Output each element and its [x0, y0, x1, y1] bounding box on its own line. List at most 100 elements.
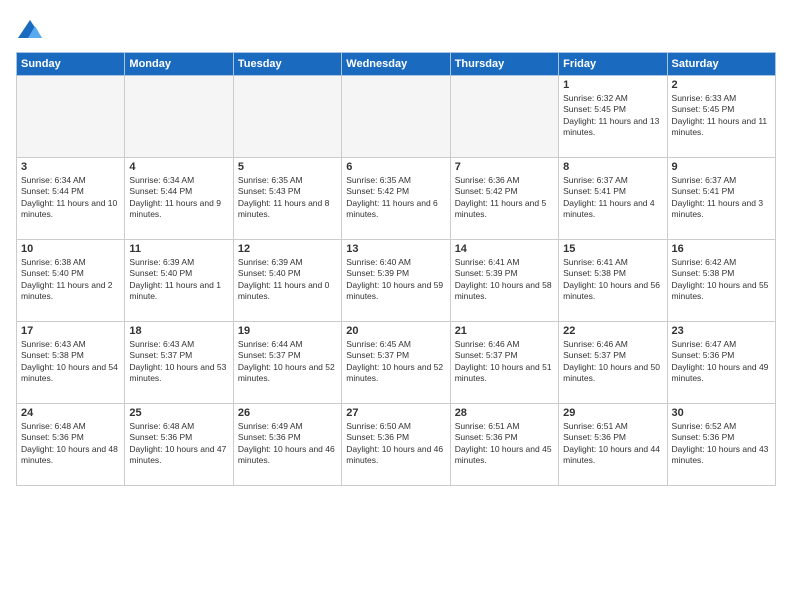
day-number: 10	[21, 243, 120, 255]
day-number: 8	[563, 161, 662, 173]
day-info: Sunrise: 6:51 AMSunset: 5:36 PMDaylight:…	[563, 421, 662, 467]
day-cell-17: 17 Sunrise: 6:43 AMSunset: 5:38 PMDayligh…	[17, 322, 125, 404]
day-cell-10: 10 Sunrise: 6:38 AMSunset: 5:40 PMDayligh…	[17, 240, 125, 322]
day-cell-19: 19Sunrise: 6:44 AMSunset: 5:37 PMDayligh…	[233, 322, 341, 404]
day-number: 9	[672, 161, 771, 173]
day-cell-26: 26 Sunrise: 6:49 AMSunset: 5:36 PMDayligh…	[233, 404, 341, 486]
day-cell-21: 21 Sunrise: 6:46 AMSunset: 5:37 PMDayligh…	[450, 322, 558, 404]
col-header-monday: Monday	[125, 53, 233, 76]
day-info: Sunrise: 6:32 AMSunset: 5:45 PMDaylight:…	[563, 93, 662, 139]
day-info: Sunrise: 6:50 AMSunset: 5:36 PMDaylight:…	[346, 421, 445, 467]
col-header-sunday: Sunday	[17, 53, 125, 76]
day-info: Sunrise: 6:43 AMSunset: 5:38 PMDaylight:…	[21, 339, 120, 385]
day-number: 16	[672, 243, 771, 255]
day-cell-30: 30 Sunrise: 6:52 AMSunset: 5:36 PMDayligh…	[667, 404, 775, 486]
day-info: Sunrise: 6:34 AMSunset: 5:44 PMDaylight:…	[21, 175, 120, 221]
empty-cell	[450, 76, 558, 158]
day-cell-5: 5 Sunrise: 6:35 AMSunset: 5:43 PMDaylight…	[233, 158, 341, 240]
empty-cell	[342, 76, 450, 158]
day-number: 23	[672, 325, 771, 337]
day-info: Sunrise: 6:35 AMSunset: 5:42 PMDaylight:…	[346, 175, 445, 221]
day-number: 15	[563, 243, 662, 255]
day-info: Sunrise: 6:38 AMSunset: 5:40 PMDaylight:…	[21, 257, 120, 303]
col-header-thursday: Thursday	[450, 53, 558, 76]
day-number: 21	[455, 325, 554, 337]
day-cell-6: 6 Sunrise: 6:35 AMSunset: 5:42 PMDaylight…	[342, 158, 450, 240]
day-number: 19	[238, 325, 337, 337]
day-info: Sunrise: 6:45 AMSunset: 5:37 PMDaylight:…	[346, 339, 445, 385]
week-row-4: 17 Sunrise: 6:43 AMSunset: 5:38 PMDayligh…	[17, 322, 776, 404]
day-cell-18: 18 Sunrise: 6:43 AMSunset: 5:37 PMDayligh…	[125, 322, 233, 404]
day-number: 3	[21, 161, 120, 173]
day-info: Sunrise: 6:39 AMSunset: 5:40 PMDaylight:…	[238, 257, 337, 303]
day-number: 13	[346, 243, 445, 255]
day-info: Sunrise: 6:41 AMSunset: 5:39 PMDaylight:…	[455, 257, 554, 303]
col-header-saturday: Saturday	[667, 53, 775, 76]
day-cell-27: 27Sunrise: 6:50 AMSunset: 5:36 PMDayligh…	[342, 404, 450, 486]
day-number: 30	[672, 407, 771, 419]
day-number: 6	[346, 161, 445, 173]
day-cell-8: 8 Sunrise: 6:37 AMSunset: 5:41 PMDaylight…	[559, 158, 667, 240]
day-number: 4	[129, 161, 228, 173]
day-number: 12	[238, 243, 337, 255]
day-number: 25	[129, 407, 228, 419]
calendar-header-row: SundayMondayTuesdayWednesdayThursdayFrid…	[17, 53, 776, 76]
day-info: Sunrise: 6:39 AMSunset: 5:40 PMDaylight:…	[129, 257, 228, 303]
day-cell-2: 2 Sunrise: 6:33 AMSunset: 5:45 PMDaylight…	[667, 76, 775, 158]
day-number: 1	[563, 79, 662, 91]
day-cell-3: 3 Sunrise: 6:34 AMSunset: 5:44 PMDaylight…	[17, 158, 125, 240]
day-cell-12: 12 Sunrise: 6:39 AMSunset: 5:40 PMDayligh…	[233, 240, 341, 322]
empty-cell	[233, 76, 341, 158]
day-info: Sunrise: 6:49 AMSunset: 5:36 PMDaylight:…	[238, 421, 337, 467]
day-number: 26	[238, 407, 337, 419]
day-number: 17	[21, 325, 120, 337]
day-info: Sunrise: 6:40 AMSunset: 5:39 PMDaylight:…	[346, 257, 445, 303]
day-info: Sunrise: 6:48 AMSunset: 5:36 PMDaylight:…	[21, 421, 120, 467]
day-number: 5	[238, 161, 337, 173]
col-header-friday: Friday	[559, 53, 667, 76]
day-cell-22: 22 Sunrise: 6:46 AMSunset: 5:37 PMDayligh…	[559, 322, 667, 404]
calendar-table: SundayMondayTuesdayWednesdayThursdayFrid…	[16, 52, 776, 486]
day-number: 29	[563, 407, 662, 419]
day-number: 14	[455, 243, 554, 255]
day-cell-15: 15Sunrise: 6:41 AMSunset: 5:38 PMDayligh…	[559, 240, 667, 322]
day-number: 20	[346, 325, 445, 337]
day-number: 18	[129, 325, 228, 337]
day-number: 28	[455, 407, 554, 419]
day-number: 11	[129, 243, 228, 255]
day-info: Sunrise: 6:43 AMSunset: 5:37 PMDaylight:…	[129, 339, 228, 385]
day-info: Sunrise: 6:51 AMSunset: 5:36 PMDaylight:…	[455, 421, 554, 467]
day-cell-29: 29 Sunrise: 6:51 AMSunset: 5:36 PMDayligh…	[559, 404, 667, 486]
day-cell-11: 11 Sunrise: 6:39 AMSunset: 5:40 PMDayligh…	[125, 240, 233, 322]
day-info: Sunrise: 6:42 AMSunset: 5:38 PMDaylight:…	[672, 257, 771, 303]
day-info: Sunrise: 6:46 AMSunset: 5:37 PMDaylight:…	[563, 339, 662, 385]
day-number: 2	[672, 79, 771, 91]
day-cell-14: 14 Sunrise: 6:41 AMSunset: 5:39 PMDayligh…	[450, 240, 558, 322]
day-info: Sunrise: 6:35 AMSunset: 5:43 PMDaylight:…	[238, 175, 337, 221]
week-row-2: 3 Sunrise: 6:34 AMSunset: 5:44 PMDaylight…	[17, 158, 776, 240]
week-row-3: 10 Sunrise: 6:38 AMSunset: 5:40 PMDayligh…	[17, 240, 776, 322]
day-info: Sunrise: 6:37 AMSunset: 5:41 PMDaylight:…	[672, 175, 771, 221]
header	[16, 16, 776, 44]
day-info: Sunrise: 6:46 AMSunset: 5:37 PMDaylight:…	[455, 339, 554, 385]
empty-cell	[17, 76, 125, 158]
day-cell-16: 16 Sunrise: 6:42 AMSunset: 5:38 PMDayligh…	[667, 240, 775, 322]
day-info: Sunrise: 6:33 AMSunset: 5:45 PMDaylight:…	[672, 93, 771, 139]
day-info: Sunrise: 6:47 AMSunset: 5:36 PMDaylight:…	[672, 339, 771, 385]
day-info: Sunrise: 6:52 AMSunset: 5:36 PMDaylight:…	[672, 421, 771, 467]
week-row-1: 1 Sunrise: 6:32 AMSunset: 5:45 PMDaylight…	[17, 76, 776, 158]
week-row-5: 24Sunrise: 6:48 AMSunset: 5:36 PMDayligh…	[17, 404, 776, 486]
day-number: 22	[563, 325, 662, 337]
col-header-tuesday: Tuesday	[233, 53, 341, 76]
day-cell-4: 4 Sunrise: 6:34 AMSunset: 5:44 PMDaylight…	[125, 158, 233, 240]
day-cell-28: 28 Sunrise: 6:51 AMSunset: 5:36 PMDayligh…	[450, 404, 558, 486]
day-info: Sunrise: 6:34 AMSunset: 5:44 PMDaylight:…	[129, 175, 228, 221]
day-cell-1: 1 Sunrise: 6:32 AMSunset: 5:45 PMDaylight…	[559, 76, 667, 158]
day-cell-13: 13 Sunrise: 6:40 AMSunset: 5:39 PMDayligh…	[342, 240, 450, 322]
day-number: 7	[455, 161, 554, 173]
empty-cell	[125, 76, 233, 158]
day-info: Sunrise: 6:48 AMSunset: 5:36 PMDaylight:…	[129, 421, 228, 467]
day-cell-24: 24Sunrise: 6:48 AMSunset: 5:36 PMDayligh…	[17, 404, 125, 486]
day-cell-9: 9 Sunrise: 6:37 AMSunset: 5:41 PMDaylight…	[667, 158, 775, 240]
day-info: Sunrise: 6:37 AMSunset: 5:41 PMDaylight:…	[563, 175, 662, 221]
